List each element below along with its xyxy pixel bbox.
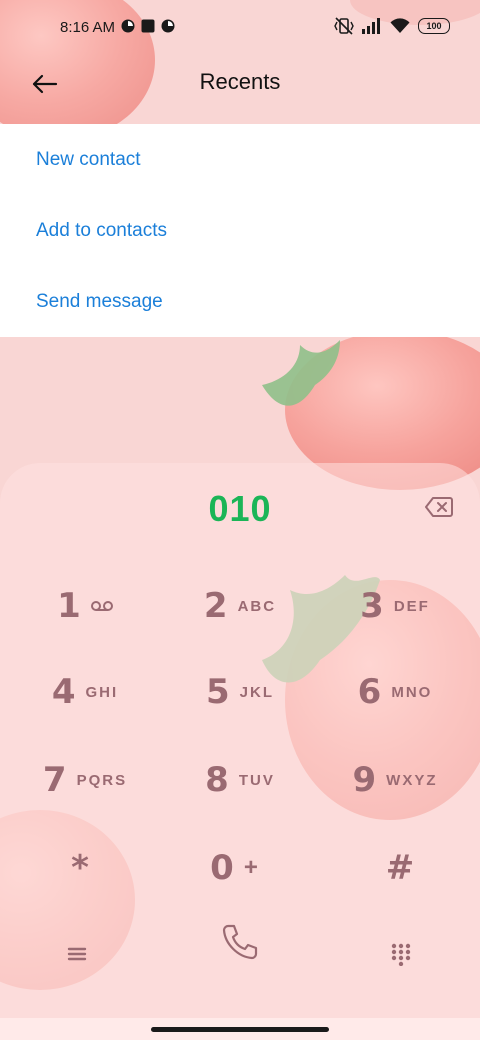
key-digit: 6 (357, 672, 382, 712)
key-digit: 5 (205, 672, 230, 712)
app-notification-icon (161, 19, 175, 33)
signal-icon (362, 18, 380, 34)
key-9[interactable]: 9 WXYZ (320, 744, 470, 816)
key-digit: 7 (42, 760, 67, 800)
key-digit: 4 (51, 672, 76, 712)
keypad-toggle-button[interactable] (390, 942, 412, 971)
key-7[interactable]: 7 PQRS (10, 744, 160, 816)
key-letters: GHI (85, 683, 119, 701)
key-letters: JKL (239, 683, 274, 701)
status-bar: 8:16 AM 100 (0, 0, 480, 56)
send-message-button[interactable]: Send message (0, 266, 480, 337)
key-8[interactable]: 8 TUV (165, 744, 315, 816)
key-star[interactable]: * (5, 832, 155, 904)
app-notification-icon (121, 19, 135, 33)
key-2[interactable]: 2 ABC (165, 570, 315, 642)
new-contact-button[interactable]: New contact (0, 124, 480, 195)
action-menu: New contact Add to contacts Send message (0, 124, 480, 337)
voicemail-icon (90, 601, 113, 611)
status-right-icons: 100 (334, 17, 450, 35)
key-letters: TUV (238, 771, 275, 789)
key-1[interactable]: 1 (10, 570, 160, 642)
key-digit: 3 (360, 586, 384, 626)
keypad-icon (391, 943, 411, 967)
key-digit: * (71, 848, 89, 888)
phone-icon (222, 924, 258, 960)
key-0[interactable]: 0 + (160, 832, 310, 904)
key-5[interactable]: 5 JKL (165, 656, 315, 728)
key-digit: 0 (210, 848, 234, 888)
key-digit: 8 (205, 760, 229, 800)
key-letters: ABC (237, 597, 277, 615)
key-letters: MNO (391, 683, 433, 701)
status-time: 8:16 AM (60, 19, 116, 36)
dialed-number: 010 (208, 488, 272, 529)
key-letters: DEF (393, 597, 430, 615)
status-left-icons (121, 19, 175, 33)
key-letters: PQRS (76, 771, 128, 789)
add-to-contacts-button[interactable]: Add to contacts (0, 195, 480, 266)
wifi-icon (390, 18, 410, 33)
home-indicator[interactable] (151, 1027, 329, 1032)
key-digit: # (385, 848, 415, 888)
key-4[interactable]: 4 GHI (10, 656, 160, 728)
backspace-button[interactable] (424, 495, 454, 519)
call-button[interactable] (218, 920, 262, 969)
key-digit: 2 (203, 586, 228, 626)
square-notification-icon (141, 19, 155, 33)
key-digit: 1 (57, 586, 81, 626)
page-title: Recents (199, 69, 281, 94)
header: Recents (0, 56, 480, 124)
key-letters: WXYZ (386, 771, 438, 789)
battery-icon: 100 (418, 18, 450, 34)
key-hash[interactable]: # (325, 832, 475, 904)
key-6[interactable]: 6 MNO (320, 656, 470, 728)
backspace-icon (425, 497, 453, 517)
key-digit: 9 (352, 760, 377, 800)
key-3[interactable]: 3 DEF (320, 570, 470, 642)
vibrate-off-icon (334, 17, 354, 35)
menu-button[interactable] (66, 944, 88, 969)
key-letters: + (243, 854, 260, 881)
menu-icon (67, 947, 87, 961)
